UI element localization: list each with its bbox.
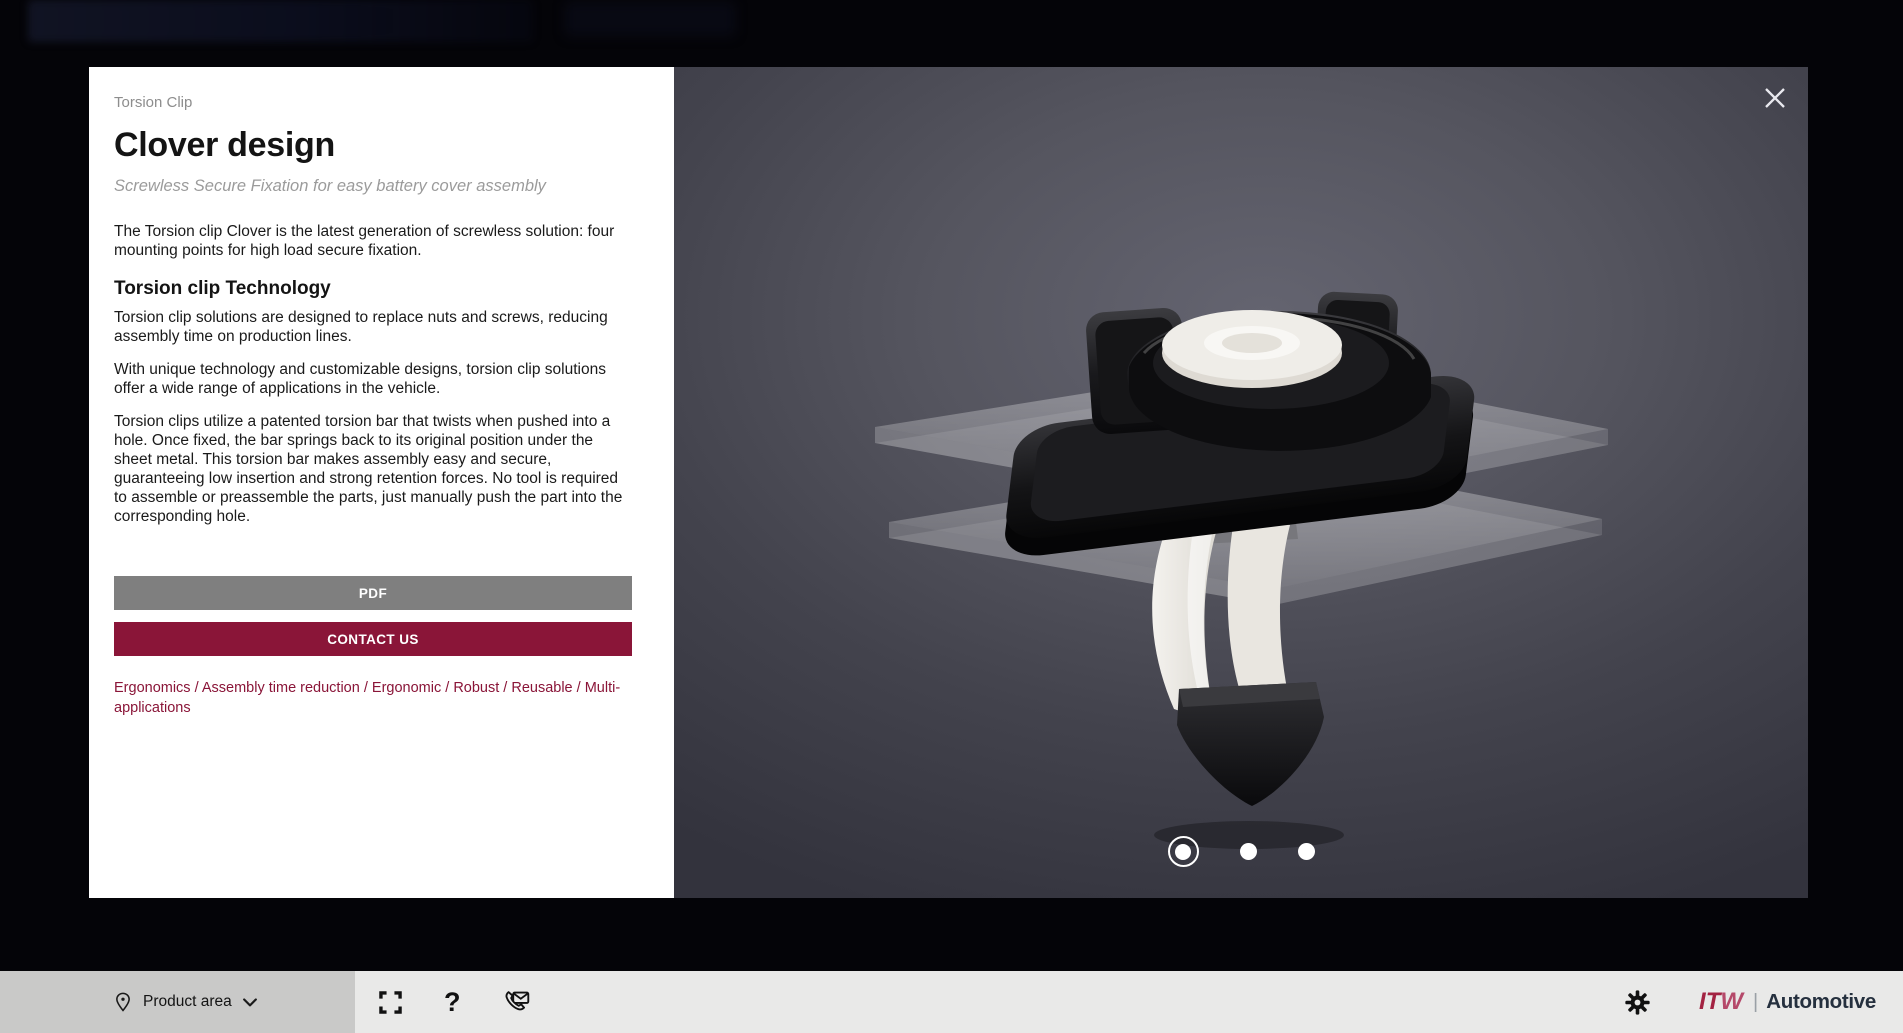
- clip-white-insert: [1162, 310, 1342, 388]
- tag-link[interactable]: Assembly time reduction: [202, 680, 360, 696]
- tag-separator: /: [573, 680, 585, 696]
- product-area-label: Product area: [143, 993, 232, 1011]
- product-intro-text: The Torsion clip Clover is the latest ge…: [114, 222, 632, 260]
- tag-separator: /: [191, 680, 202, 696]
- phone-mail-icon: [501, 987, 533, 1017]
- 3d-viewer[interactable]: [674, 67, 1808, 898]
- itw-wordmark: IT W: [1699, 988, 1743, 1016]
- contact-us-button[interactable]: CONTACT US: [114, 622, 632, 656]
- carousel-dot-2[interactable]: [1240, 843, 1257, 860]
- carousel: [674, 836, 1808, 867]
- tag-link[interactable]: Ergonomics: [114, 680, 191, 696]
- product-modal: Torsion Clip Clover design Screwless Sec…: [89, 67, 1808, 898]
- tag-link[interactable]: Reusable: [511, 680, 572, 696]
- product-info-panel: Torsion Clip Clover design Screwless Sec…: [89, 67, 674, 898]
- technology-paragraph: Torsion clips utilize a patented torsion…: [114, 412, 632, 526]
- contact-support-button[interactable]: [501, 987, 533, 1017]
- close-icon: [1762, 85, 1788, 111]
- carousel-dot-3[interactable]: [1298, 843, 1315, 860]
- close-button[interactable]: [1760, 83, 1790, 113]
- product-title: Clover design: [114, 126, 632, 165]
- automotive-wordmark: Automotive: [1766, 990, 1876, 1014]
- technology-paragraph: Torsion clip solutions are designed to r…: [114, 308, 632, 346]
- technology-paragraph: With unique technology and customizable …: [114, 360, 632, 398]
- tag-separator: /: [441, 680, 453, 696]
- fullscreen-button[interactable]: [377, 989, 404, 1016]
- background-artifact: [28, 0, 533, 42]
- location-pin-icon: [112, 991, 134, 1013]
- product-area-dropdown[interactable]: Product area: [0, 971, 355, 1033]
- tag-separator: /: [360, 680, 372, 696]
- bottom-toolbar: Product area ?: [0, 971, 1903, 1033]
- product-category-label: Torsion Clip: [114, 94, 632, 111]
- carousel-dot-inner: [1175, 844, 1191, 860]
- itw-automotive-logo: IT W | Automotive: [1699, 988, 1876, 1016]
- background-artifact: [565, 2, 735, 36]
- settings-button[interactable]: [1624, 989, 1651, 1016]
- tag-separator: /: [499, 680, 511, 696]
- chevron-down-icon: [240, 992, 260, 1012]
- fullscreen-icon: [377, 989, 404, 1016]
- tags-list: Ergonomics / Assembly time reduction / E…: [114, 679, 632, 718]
- help-icon: ?: [444, 987, 461, 1018]
- logo-divider: |: [1753, 991, 1758, 1014]
- carousel-dot-1[interactable]: [1168, 836, 1199, 867]
- gear-icon: [1624, 989, 1651, 1016]
- product-3d-model[interactable]: [674, 67, 1808, 898]
- technology-section-heading: Torsion clip Technology: [114, 278, 632, 300]
- tag-link[interactable]: Ergonomic: [372, 680, 441, 696]
- product-subtitle: Screwless Secure Fixation for easy batte…: [114, 177, 632, 196]
- help-button[interactable]: ?: [444, 987, 461, 1018]
- pdf-button[interactable]: PDF: [114, 576, 632, 610]
- tag-link[interactable]: Robust: [453, 680, 499, 696]
